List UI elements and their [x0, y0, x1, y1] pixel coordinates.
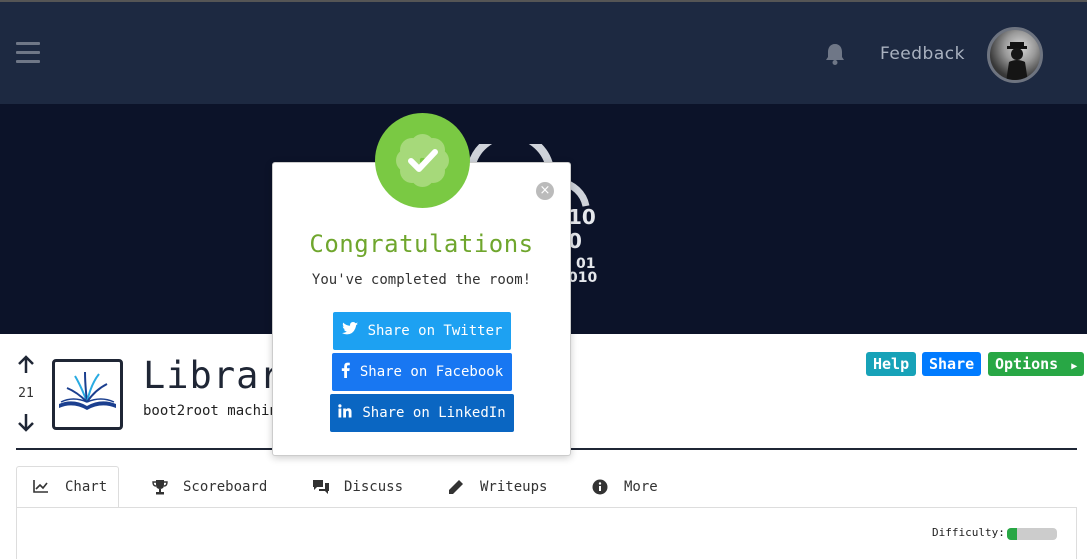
share-button[interactable]: Share [922, 352, 982, 376]
share-facebook-button[interactable]: Share on Facebook [332, 353, 512, 391]
tab-discuss-label: Discuss [344, 479, 404, 495]
tab-discuss[interactable]: Discuss [312, 466, 403, 508]
tab-chart[interactable]: Chart [16, 466, 119, 508]
close-modal-button[interactable]: × [536, 182, 554, 200]
binary-text-4: 010 [568, 270, 597, 286]
binary-text-1: 10 [568, 205, 596, 229]
difficulty-bar [1007, 528, 1057, 540]
caret-right-icon: ▶ [1071, 361, 1078, 372]
feedback-link[interactable]: Feedback [880, 44, 965, 64]
tab-scoreboard[interactable]: Scoreboard [151, 466, 267, 508]
room-icon [52, 359, 123, 430]
help-button[interactable]: Help [866, 352, 917, 376]
checkmark-badge-icon [375, 113, 470, 208]
linkedin-icon [338, 404, 352, 422]
bell-icon[interactable] [824, 42, 846, 66]
info-circle-icon [592, 479, 610, 495]
room-tabs: Chart Scoreboard Discuss Writeups More [16, 466, 1077, 508]
upvote-arrow-icon[interactable] [14, 355, 38, 379]
tab-writeups-label: Writeups [480, 479, 548, 495]
difficulty-label: Difficulty: [932, 526, 1005, 539]
modal-title: Congratulations [309, 230, 534, 258]
room-subtitle: boot2root machine [143, 403, 287, 419]
chart-line-icon [33, 479, 51, 495]
hamburger-menu-icon[interactable] [16, 42, 40, 64]
difficulty-bar-fill [1007, 528, 1017, 540]
share-twitter-button[interactable]: Share on Twitter [333, 312, 511, 350]
tab-panel [16, 507, 1077, 559]
tab-chart-label: Chart [65, 479, 108, 495]
modal-subtitle: You've completed the room! [311, 272, 532, 288]
options-label: Options [995, 355, 1059, 373]
twitter-icon [341, 322, 358, 340]
tab-more[interactable]: More [592, 466, 658, 508]
share-twitter-label: Share on Twitter [367, 323, 503, 339]
comments-icon [312, 479, 330, 495]
options-button[interactable]: Options ▶ [988, 352, 1085, 376]
tab-more-label: More [624, 479, 658, 495]
vote-count: 21 [18, 386, 34, 401]
tab-scoreboard-label: Scoreboard [183, 479, 268, 495]
tab-writeups[interactable]: Writeups [448, 466, 547, 508]
trophy-icon [151, 479, 169, 495]
facebook-icon [341, 362, 350, 382]
avatar[interactable] [987, 27, 1043, 83]
share-facebook-label: Share on Facebook [359, 364, 504, 380]
top-navbar: Feedback [0, 0, 1087, 104]
share-linkedin-label: Share on LinkedIn [362, 405, 506, 421]
share-linkedin-button[interactable]: Share on LinkedIn [330, 394, 514, 432]
pencil-icon [448, 479, 466, 495]
downvote-arrow-icon[interactable] [14, 412, 38, 436]
